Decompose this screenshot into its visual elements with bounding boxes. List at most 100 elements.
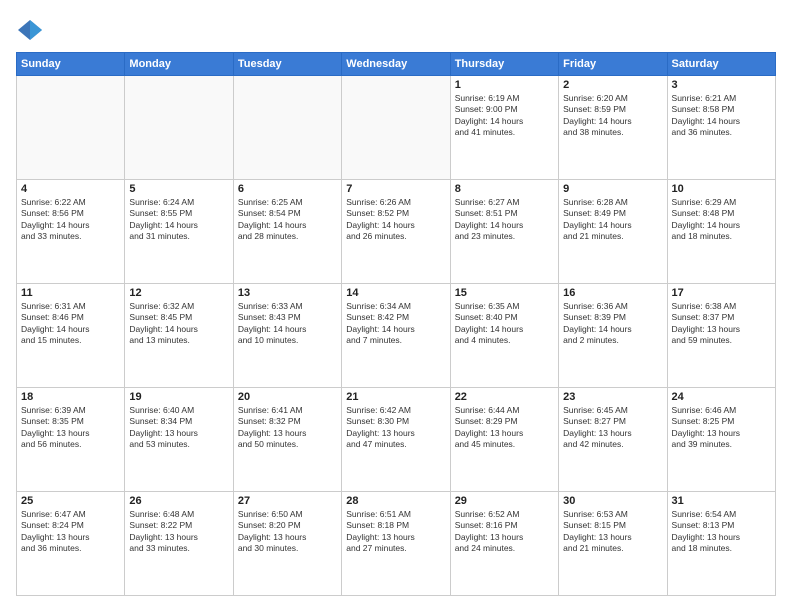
day-cell: 8 Sunrise: 6:27 AMSunset: 8:51 PMDaylight… — [450, 180, 558, 284]
day-info: Sunrise: 6:41 AMSunset: 8:32 PMDaylight:… — [238, 405, 337, 451]
day-cell: 4Sunrise: 6:22 AMSunset: 8:56 PMDaylight… — [17, 180, 125, 284]
day-number: 4 — [21, 183, 120, 195]
day-cell: 12 Sunrise: 6:32 AMSunset: 8:45 PMDayligh… — [125, 284, 233, 388]
col-header-friday: Friday — [559, 53, 667, 76]
day-info: Sunrise: 6:53 AMSunset: 8:15 PMDaylight:… — [563, 509, 662, 555]
day-cell: 3 Sunrise: 6:21 AMSunset: 8:58 PMDaylight… — [667, 76, 775, 180]
day-cell: 27Sunrise: 6:50 AMSunset: 8:20 PMDayligh… — [233, 492, 341, 596]
day-number: 12 — [129, 287, 228, 299]
day-cell: 16Sunrise: 6:36 AMSunset: 8:39 PMDayligh… — [559, 284, 667, 388]
day-info: Sunrise: 6:28 AMSunset: 8:49 PMDaylight:… — [563, 197, 662, 243]
day-info: Sunrise: 6:35 AMSunset: 8:40 PMDaylight:… — [455, 301, 554, 347]
day-cell: 23Sunrise: 6:45 AMSunset: 8:27 PMDayligh… — [559, 388, 667, 492]
day-number: 20 — [238, 391, 337, 403]
day-cell: 26Sunrise: 6:48 AMSunset: 8:22 PMDayligh… — [125, 492, 233, 596]
day-number: 29 — [455, 495, 554, 507]
logo — [16, 16, 48, 44]
day-number: 15 — [455, 287, 554, 299]
day-info: Sunrise: 6:21 AMSunset: 8:58 PMDaylight:… — [672, 93, 771, 139]
day-number: 18 — [21, 391, 120, 403]
col-header-tuesday: Tuesday — [233, 53, 341, 76]
day-cell: 18 Sunrise: 6:39 AMSunset: 8:35 PMDayligh… — [17, 388, 125, 492]
day-cell: 24 Sunrise: 6:46 AMSunset: 8:25 PMDayligh… — [667, 388, 775, 492]
day-number: 5 — [129, 183, 228, 195]
day-info: Sunrise: 6:29 AMSunset: 8:48 PMDaylight:… — [672, 197, 771, 243]
col-header-monday: Monday — [125, 53, 233, 76]
col-header-wednesday: Wednesday — [342, 53, 450, 76]
day-info: Sunrise: 6:39 AMSunset: 8:35 PMDaylight:… — [21, 405, 120, 451]
week-row-3: 11 Sunrise: 6:31 AMSunset: 8:46 PMDayligh… — [17, 284, 776, 388]
day-number: 17 — [672, 287, 771, 299]
day-info: Sunrise: 6:47 AMSunset: 8:24 PMDaylight:… — [21, 509, 120, 555]
day-number: 8 — [455, 183, 554, 195]
week-row-1: 1 Sunrise: 6:19 AMSunset: 9:00 PMDaylight… — [17, 76, 776, 180]
page: SundayMondayTuesdayWednesdayThursdayFrid… — [0, 0, 792, 612]
day-info: Sunrise: 6:42 AMSunset: 8:30 PMDaylight:… — [346, 405, 445, 451]
day-info: Sunrise: 6:19 AMSunset: 9:00 PMDaylight:… — [455, 93, 554, 139]
day-cell: 10 Sunrise: 6:29 AMSunset: 8:48 PMDayligh… — [667, 180, 775, 284]
day-number: 14 — [346, 287, 445, 299]
day-cell: 30 Sunrise: 6:53 AMSunset: 8:15 PMDayligh… — [559, 492, 667, 596]
day-info: Sunrise: 6:24 AMSunset: 8:55 PMDaylight:… — [129, 197, 228, 243]
day-info: Sunrise: 6:27 AMSunset: 8:51 PMDaylight:… — [455, 197, 554, 243]
day-number: 19 — [129, 391, 228, 403]
day-cell: 6Sunrise: 6:25 AMSunset: 8:54 PMDaylight… — [233, 180, 341, 284]
day-cell: 1 Sunrise: 6:19 AMSunset: 9:00 PMDaylight… — [450, 76, 558, 180]
day-number: 10 — [672, 183, 771, 195]
day-number: 21 — [346, 391, 445, 403]
week-row-2: 4Sunrise: 6:22 AMSunset: 8:56 PMDaylight… — [17, 180, 776, 284]
day-number: 28 — [346, 495, 445, 507]
day-cell: 15 Sunrise: 6:35 AMSunset: 8:40 PMDayligh… — [450, 284, 558, 388]
day-cell: 17 Sunrise: 6:38 AMSunset: 8:37 PMDayligh… — [667, 284, 775, 388]
day-cell: 2Sunrise: 6:20 AMSunset: 8:59 PMDaylight… — [559, 76, 667, 180]
day-cell: 11 Sunrise: 6:31 AMSunset: 8:46 PMDayligh… — [17, 284, 125, 388]
day-number: 7 — [346, 183, 445, 195]
day-cell: 13Sunrise: 6:33 AMSunset: 8:43 PMDayligh… — [233, 284, 341, 388]
day-number: 22 — [455, 391, 554, 403]
week-row-5: 25 Sunrise: 6:47 AMSunset: 8:24 PMDayligh… — [17, 492, 776, 596]
day-cell: 9Sunrise: 6:28 AMSunset: 8:49 PMDaylight… — [559, 180, 667, 284]
day-number: 3 — [672, 79, 771, 91]
day-number: 30 — [563, 495, 662, 507]
day-number: 25 — [21, 495, 120, 507]
day-cell: 31Sunrise: 6:54 AMSunset: 8:13 PMDayligh… — [667, 492, 775, 596]
col-header-thursday: Thursday — [450, 53, 558, 76]
day-cell: 14 Sunrise: 6:34 AMSunset: 8:42 PMDayligh… — [342, 284, 450, 388]
day-info: Sunrise: 6:48 AMSunset: 8:22 PMDaylight:… — [129, 509, 228, 555]
day-cell — [233, 76, 341, 180]
day-info: Sunrise: 6:46 AMSunset: 8:25 PMDaylight:… — [672, 405, 771, 451]
day-cell: 29 Sunrise: 6:52 AMSunset: 8:16 PMDayligh… — [450, 492, 558, 596]
day-number: 11 — [21, 287, 120, 299]
day-cell: 5 Sunrise: 6:24 AMSunset: 8:55 PMDaylight… — [125, 180, 233, 284]
day-number: 24 — [672, 391, 771, 403]
day-info: Sunrise: 6:25 AMSunset: 8:54 PMDaylight:… — [238, 197, 337, 243]
day-info: Sunrise: 6:34 AMSunset: 8:42 PMDaylight:… — [346, 301, 445, 347]
day-cell — [17, 76, 125, 180]
day-cell — [125, 76, 233, 180]
day-info: Sunrise: 6:26 AMSunset: 8:52 PMDaylight:… — [346, 197, 445, 243]
day-info: Sunrise: 6:38 AMSunset: 8:37 PMDaylight:… — [672, 301, 771, 347]
day-info: Sunrise: 6:54 AMSunset: 8:13 PMDaylight:… — [672, 509, 771, 555]
col-header-sunday: Sunday — [17, 53, 125, 76]
day-number: 27 — [238, 495, 337, 507]
day-cell: 22Sunrise: 6:44 AMSunset: 8:29 PMDayligh… — [450, 388, 558, 492]
week-row-4: 18 Sunrise: 6:39 AMSunset: 8:35 PMDayligh… — [17, 388, 776, 492]
day-info: Sunrise: 6:51 AMSunset: 8:18 PMDaylight:… — [346, 509, 445, 555]
day-cell: 20 Sunrise: 6:41 AMSunset: 8:32 PMDayligh… — [233, 388, 341, 492]
day-cell: 19Sunrise: 6:40 AMSunset: 8:34 PMDayligh… — [125, 388, 233, 492]
day-number: 1 — [455, 79, 554, 91]
header — [16, 16, 776, 44]
day-info: Sunrise: 6:31 AMSunset: 8:46 PMDaylight:… — [21, 301, 120, 347]
day-info: Sunrise: 6:32 AMSunset: 8:45 PMDaylight:… — [129, 301, 228, 347]
logo-icon — [16, 16, 44, 44]
day-info: Sunrise: 6:52 AMSunset: 8:16 PMDaylight:… — [455, 509, 554, 555]
day-cell: 21 Sunrise: 6:42 AMSunset: 8:30 PMDayligh… — [342, 388, 450, 492]
col-header-saturday: Saturday — [667, 53, 775, 76]
day-cell: 28 Sunrise: 6:51 AMSunset: 8:18 PMDayligh… — [342, 492, 450, 596]
day-cell — [342, 76, 450, 180]
calendar: SundayMondayTuesdayWednesdayThursdayFrid… — [16, 52, 776, 596]
day-number: 2 — [563, 79, 662, 91]
day-info: Sunrise: 6:45 AMSunset: 8:27 PMDaylight:… — [563, 405, 662, 451]
day-info: Sunrise: 6:36 AMSunset: 8:39 PMDaylight:… — [563, 301, 662, 347]
day-info: Sunrise: 6:33 AMSunset: 8:43 PMDaylight:… — [238, 301, 337, 347]
